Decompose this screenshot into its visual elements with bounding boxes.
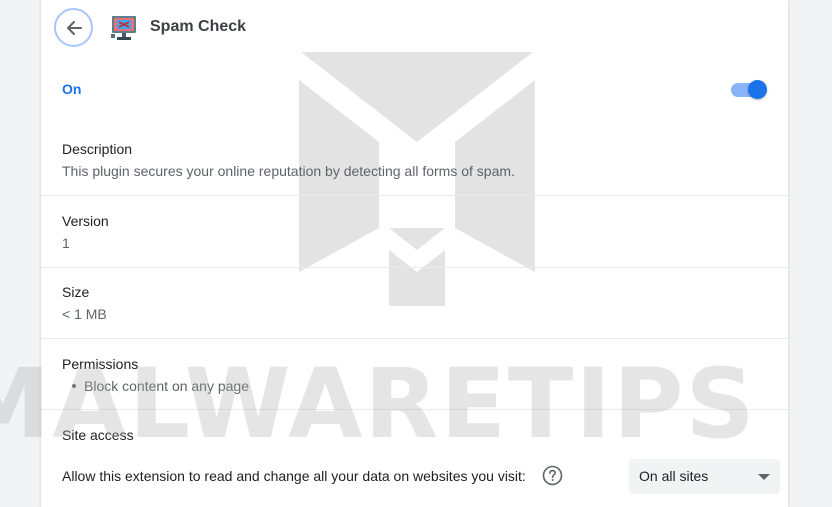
version-section: Version 1 bbox=[41, 196, 788, 268]
page-title: Spam Check bbox=[150, 18, 247, 35]
chevron-down-icon bbox=[758, 474, 770, 480]
enable-toggle[interactable] bbox=[731, 80, 767, 99]
size-value: < 1 MB bbox=[62, 306, 107, 322]
monitor-icon bbox=[111, 16, 136, 40]
arrow-left-icon bbox=[66, 20, 82, 35]
enable-row: On bbox=[41, 68, 788, 112]
description-text: This plugin secures your online reputati… bbox=[62, 163, 515, 179]
back-button[interactable] bbox=[54, 8, 93, 47]
site-access-selected: On all sites bbox=[639, 468, 709, 484]
permission-item-text: Block content on any page bbox=[84, 378, 250, 394]
size-section: Size < 1 MB bbox=[41, 268, 788, 339]
description-section: Description This plugin secures your onl… bbox=[41, 128, 788, 196]
version-title: Version bbox=[62, 213, 109, 229]
site-access-select[interactable]: On all sites bbox=[629, 459, 780, 494]
size-title: Size bbox=[62, 284, 90, 300]
permissions-section: Permissions Block content on any page bbox=[41, 339, 788, 410]
extension-details-card: Spam Check On Description This plugin se… bbox=[40, 0, 789, 507]
bullet-icon bbox=[72, 383, 76, 388]
toggle-knob bbox=[748, 80, 767, 99]
permissions-title: Permissions bbox=[62, 356, 139, 372]
version-value: 1 bbox=[62, 235, 70, 251]
help-circle-icon[interactable] bbox=[542, 465, 563, 486]
site-access-title: Site access bbox=[62, 427, 134, 443]
site-access-prompt: Allow this extension to read and change … bbox=[62, 468, 526, 484]
enable-status-label: On bbox=[62, 81, 82, 97]
permission-item: Block content on any page bbox=[62, 378, 249, 394]
page-header: Spam Check bbox=[41, 0, 788, 56]
description-title: Description bbox=[62, 141, 133, 157]
